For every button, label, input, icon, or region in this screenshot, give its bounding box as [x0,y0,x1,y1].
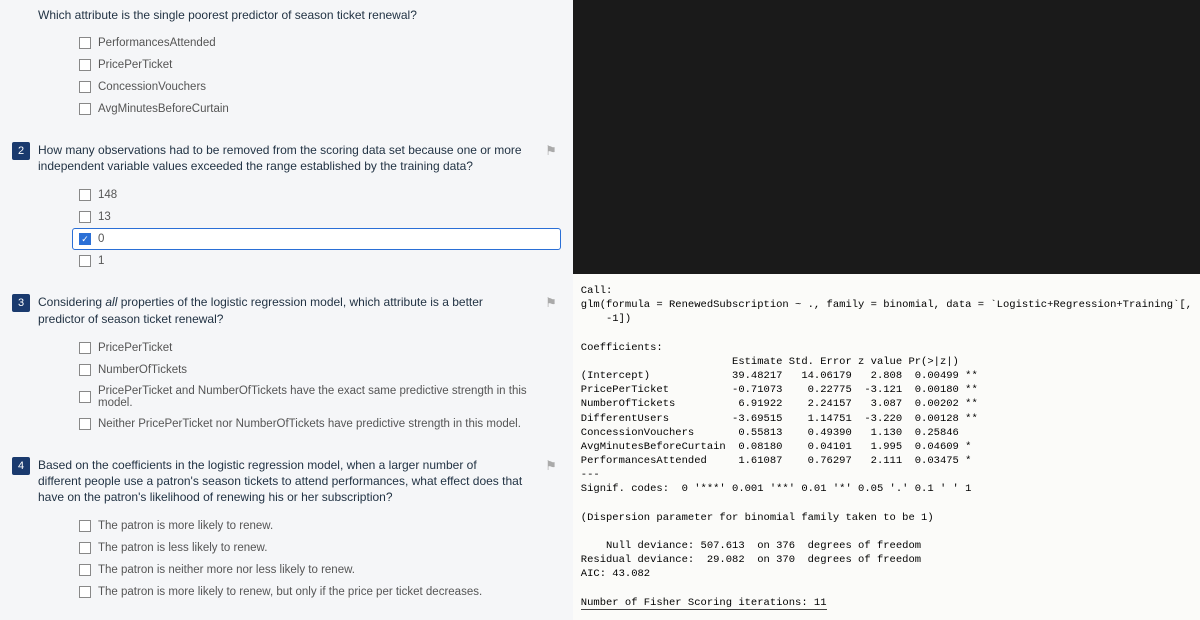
checkbox[interactable] [79,81,91,93]
r-console-output: Call: glm(formula = RenewedSubscription … [573,274,1200,620]
question-3: 3 Considering all properties of the logi… [12,294,561,434]
checkbox[interactable] [79,542,91,554]
option-row[interactable]: PerformancesAttended [72,32,561,54]
checkbox[interactable] [79,520,91,532]
question-4-prompt: Based on the coefficients in the logisti… [38,457,533,506]
checkbox[interactable] [79,37,91,49]
checkbox[interactable] [79,189,91,201]
flag-icon[interactable]: ⚑ [541,142,561,160]
question-4: 4 Based on the coefficients in the logis… [12,457,561,604]
question-number: 3 [12,294,30,312]
option-label: ConcessionVouchers [98,81,206,93]
checkbox[interactable] [79,418,91,430]
option-row[interactable]: The patron is more likely to renew. [72,515,561,537]
question-1-prompt: Which attribute is the single poorest pr… [38,8,561,22]
option-label: The patron is less likely to renew. [98,542,267,554]
option-label: The patron is more likely to renew, but … [98,586,482,598]
checkbox[interactable] [79,564,91,576]
option-row[interactable]: NumberOfTickets [72,359,561,381]
question-4-options: The patron is more likely to renew. The p… [72,515,561,603]
option-row[interactable]: PricePerTicket [72,337,561,359]
question-2: 2 How many observations had to be remove… [12,142,561,272]
option-label: 0 [98,233,104,245]
checkbox[interactable] [79,391,91,403]
question-number: 2 [12,142,30,160]
option-row[interactable]: Neither PricePerTicket nor NumberOfTicke… [72,413,561,435]
option-row[interactable]: The patron is less likely to renew. [72,537,561,559]
option-row[interactable]: 1 [72,250,561,272]
option-row[interactable]: PricePerTicket and NumberOfTickets have … [72,381,561,413]
checkbox[interactable]: ✓ [79,233,91,245]
option-label: PricePerTicket and NumberOfTickets have … [98,385,554,409]
option-label: The patron is more likely to renew. [98,520,273,532]
checkbox[interactable] [79,255,91,267]
option-row[interactable]: The patron is more likely to renew, but … [72,581,561,603]
option-row[interactable]: AvgMinutesBeforeCurtain [72,98,561,120]
question-1: Which attribute is the single poorest pr… [12,8,561,120]
option-label: AvgMinutesBeforeCurtain [98,103,229,115]
option-row[interactable]: ConcessionVouchers [72,76,561,98]
question-2-options: 14813✓01 [72,184,561,272]
option-label: PricePerTicket [98,342,172,354]
checkbox[interactable] [79,364,91,376]
option-row[interactable]: 13 [72,206,561,228]
option-label: NumberOfTickets [98,364,187,376]
option-label: Neither PricePerTicket nor NumberOfTicke… [98,418,521,430]
option-label: 148 [98,189,117,201]
option-row[interactable]: PricePerTicket [72,54,561,76]
quiz-pane: Which attribute is the single poorest pr… [0,0,573,620]
flag-icon[interactable]: ⚑ [541,294,561,312]
question-2-prompt: How many observations had to be removed … [38,142,533,174]
question-3-options: PricePerTicket NumberOfTickets PricePerTic… [72,337,561,435]
question-1-options: PerformancesAttended PricePerTicket Conces… [72,32,561,120]
checkbox[interactable] [79,211,91,223]
checkbox[interactable] [79,342,91,354]
option-label: PerformancesAttended [98,37,216,49]
q3-prompt-em: all [105,295,117,309]
flag-icon[interactable]: ⚑ [541,457,561,475]
option-label: The patron is neither more nor less like… [98,564,355,576]
checkbox[interactable] [79,586,91,598]
question-3-prompt: Considering all properties of the logist… [38,294,533,326]
question-number: 4 [12,457,30,475]
option-row[interactable]: The patron is neither more nor less like… [72,559,561,581]
option-row[interactable]: ✓0 [72,228,561,250]
option-label: 13 [98,211,111,223]
checkbox[interactable] [79,59,91,71]
option-label: PricePerTicket [98,59,172,71]
option-row[interactable]: 148 [72,184,561,206]
q3-prompt-pre: Considering [38,295,105,309]
console-pane: Call: glm(formula = RenewedSubscription … [573,0,1200,620]
option-label: 1 [98,255,104,267]
checkbox[interactable] [79,103,91,115]
